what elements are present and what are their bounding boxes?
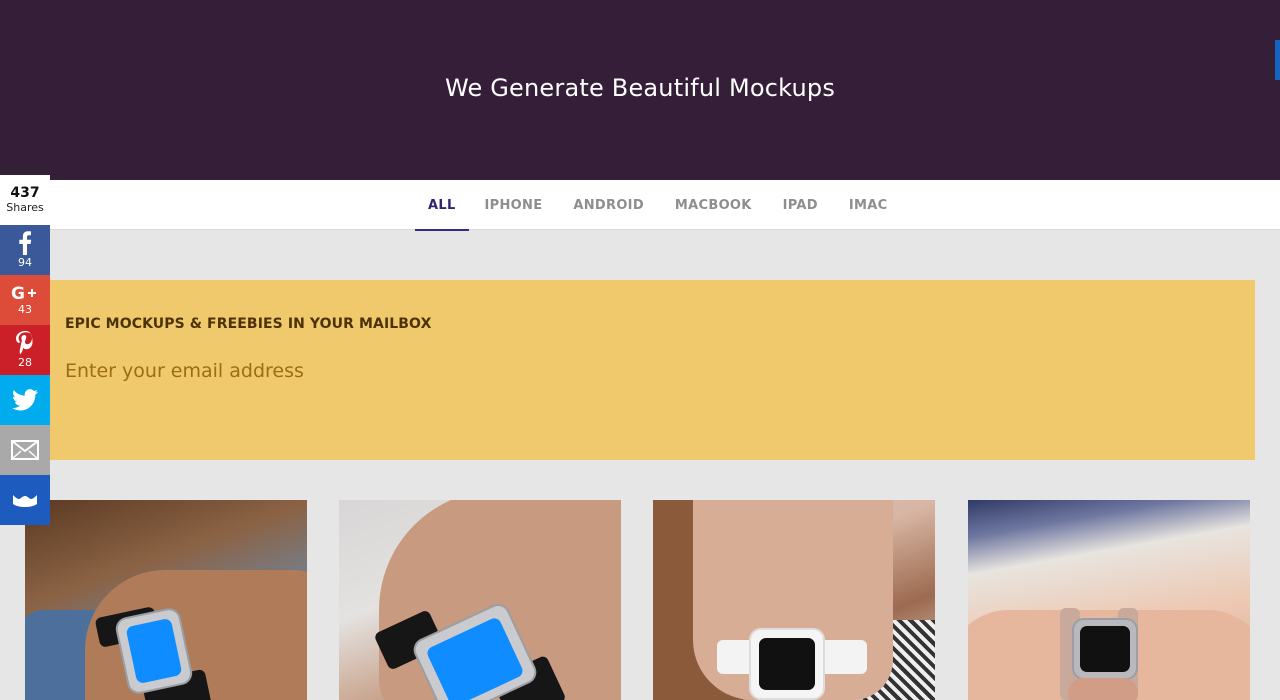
google-plus-icon: G [11, 284, 39, 302]
apple-watch-image [25, 500, 307, 700]
hero-title: We Generate Beautiful Mockups [444, 74, 836, 102]
sumome-share-button[interactable] [0, 475, 50, 525]
twitter-share-button[interactable] [0, 375, 50, 425]
email-field[interactable] [65, 354, 665, 388]
apple-watch-image [339, 500, 621, 700]
facebook-share-button[interactable]: 94 [0, 225, 50, 275]
hero-banner: We Generate Beautiful Mockups [0, 0, 1280, 180]
apple-watch-image [968, 500, 1250, 700]
mockup-card[interactable] [339, 500, 621, 700]
share-total-label: Shares [6, 201, 44, 214]
google-plus-share-count: 43 [18, 303, 32, 316]
email-icon [11, 440, 39, 460]
twitter-icon [12, 389, 38, 411]
side-tab-handle[interactable] [1275, 40, 1280, 80]
mockup-card[interactable] [653, 500, 935, 700]
mockup-card[interactable] [25, 500, 307, 700]
tab-imac[interactable]: IMAC [834, 180, 903, 230]
share-total: 437 Shares [0, 175, 50, 225]
svg-text:G: G [11, 284, 25, 302]
social-share-bar: 437 Shares 94 G 43 28 [0, 175, 50, 525]
apple-watch-image [653, 500, 935, 700]
pinterest-share-button[interactable]: 28 [0, 325, 50, 375]
mockup-card[interactable] [968, 500, 1250, 700]
newsletter-heading: EPIC MOCKUPS & FREEBIES IN YOUR MAILBOX [65, 316, 432, 332]
category-nav: ALL IPHONE ANDROID MACBOOK IPAD IMAC [0, 180, 1280, 231]
email-share-button[interactable] [0, 425, 50, 475]
tab-macbook[interactable]: MACBOOK [660, 180, 767, 230]
facebook-icon [18, 231, 32, 255]
crown-icon [12, 493, 38, 507]
tab-iphone[interactable]: IPHONE [470, 180, 558, 230]
category-tabs: ALL IPHONE ANDROID MACBOOK IPAD IMAC [415, 180, 903, 231]
tab-all[interactable]: ALL [415, 180, 469, 231]
pinterest-share-count: 28 [18, 356, 32, 369]
facebook-share-count: 94 [18, 256, 32, 269]
google-plus-share-button[interactable]: G 43 [0, 275, 50, 325]
share-total-count: 437 [10, 185, 40, 201]
tab-android[interactable]: ANDROID [558, 180, 659, 230]
newsletter-signup: EPIC MOCKUPS & FREEBIES IN YOUR MAILBOX [25, 280, 1255, 460]
tab-ipad[interactable]: IPAD [768, 180, 833, 230]
pinterest-icon [15, 331, 35, 355]
